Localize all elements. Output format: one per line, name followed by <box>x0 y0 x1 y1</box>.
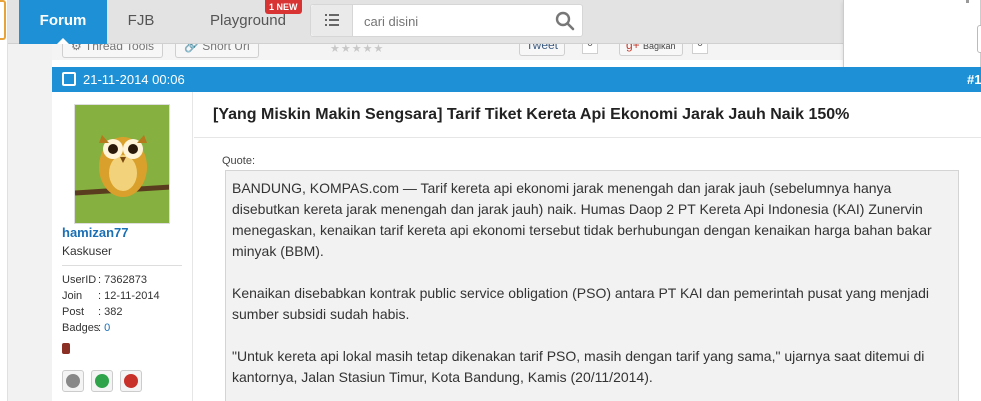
quote-paragraph: Kenaikan disebabkan kontrak public servi… <box>232 285 930 322</box>
report-button[interactable] <box>120 370 142 392</box>
nav-fjb[interactable]: FJB <box>121 0 161 44</box>
user-join-value: : 12-11-2014 <box>98 290 160 302</box>
nav-forum[interactable]: Forum <box>19 0 107 44</box>
owl-avatar-icon <box>75 105 169 223</box>
neutral-icon <box>66 374 80 388</box>
neutral-button[interactable] <box>62 370 84 392</box>
user-badges-label: Badges <box>62 322 100 334</box>
sidebar-toggle[interactable] <box>0 0 6 40</box>
popup-marker <box>966 0 969 3</box>
list-icon <box>325 14 339 26</box>
quote-box: BANDUNG, KOMPAS.com — Tarif kereta api e… <box>225 170 959 401</box>
quote-paragraph: BANDUNG, KOMPAS.com — Tarif kereta api e… <box>232 180 932 259</box>
search-input[interactable] <box>364 13 544 29</box>
user-post-label: Post <box>62 306 85 318</box>
post-date: 21-11-2014 00:06 <box>83 72 185 87</box>
search-bar <box>310 4 583 37</box>
user-post-row: Post : 382 <box>62 306 122 318</box>
left-sidebar-strip <box>0 0 8 401</box>
quote-paragraph: "Untuk kereta api lokal masih tetap dike… <box>232 348 925 385</box>
reputation-icon <box>62 343 70 354</box>
post-number[interactable]: #1 <box>967 72 981 87</box>
search-icon[interactable] <box>555 11 575 31</box>
quote-label: Quote: <box>222 155 256 167</box>
plus-icon <box>95 374 109 388</box>
user-rank: Kaskuser <box>62 244 113 258</box>
search-category-button[interactable] <box>311 5 353 36</box>
user-id-label: UserID <box>62 274 97 286</box>
user-info-panel: hamizan77 Kaskuser UserID: 7362873 Join:… <box>52 92 193 401</box>
user-badges-row: Badges: 0 <box>62 322 110 334</box>
add-reputation-button[interactable] <box>91 370 113 392</box>
user-id-row: UserID: 7362873 <box>62 274 147 286</box>
user-badges-value[interactable]: 0 <box>104 322 110 334</box>
user-join-row: Join : 12-11-2014 <box>62 290 160 302</box>
user-id-value: : 7362873 <box>98 274 147 286</box>
popup-input[interactable] <box>977 25 981 53</box>
top-navigation: Forum FJB Playground 1 NEW <box>8 0 843 44</box>
title-divider <box>194 137 981 138</box>
user-join-label: Join <box>62 290 83 302</box>
new-badge: 1 NEW <box>265 0 302 14</box>
username-link[interactable]: hamizan77 <box>62 225 128 240</box>
login-popup <box>843 0 981 69</box>
user-post-value: : 382 <box>98 306 123 318</box>
user-divider <box>62 265 182 266</box>
avatar[interactable] <box>74 104 170 224</box>
post-header-bar: 21-11-2014 00:06 #1 <box>52 67 981 92</box>
alert-icon <box>124 374 138 388</box>
checkbox-icon[interactable] <box>62 72 76 86</box>
post-title: [Yang Miskin Makin Sengsara] Tarif Tiket… <box>213 106 850 123</box>
